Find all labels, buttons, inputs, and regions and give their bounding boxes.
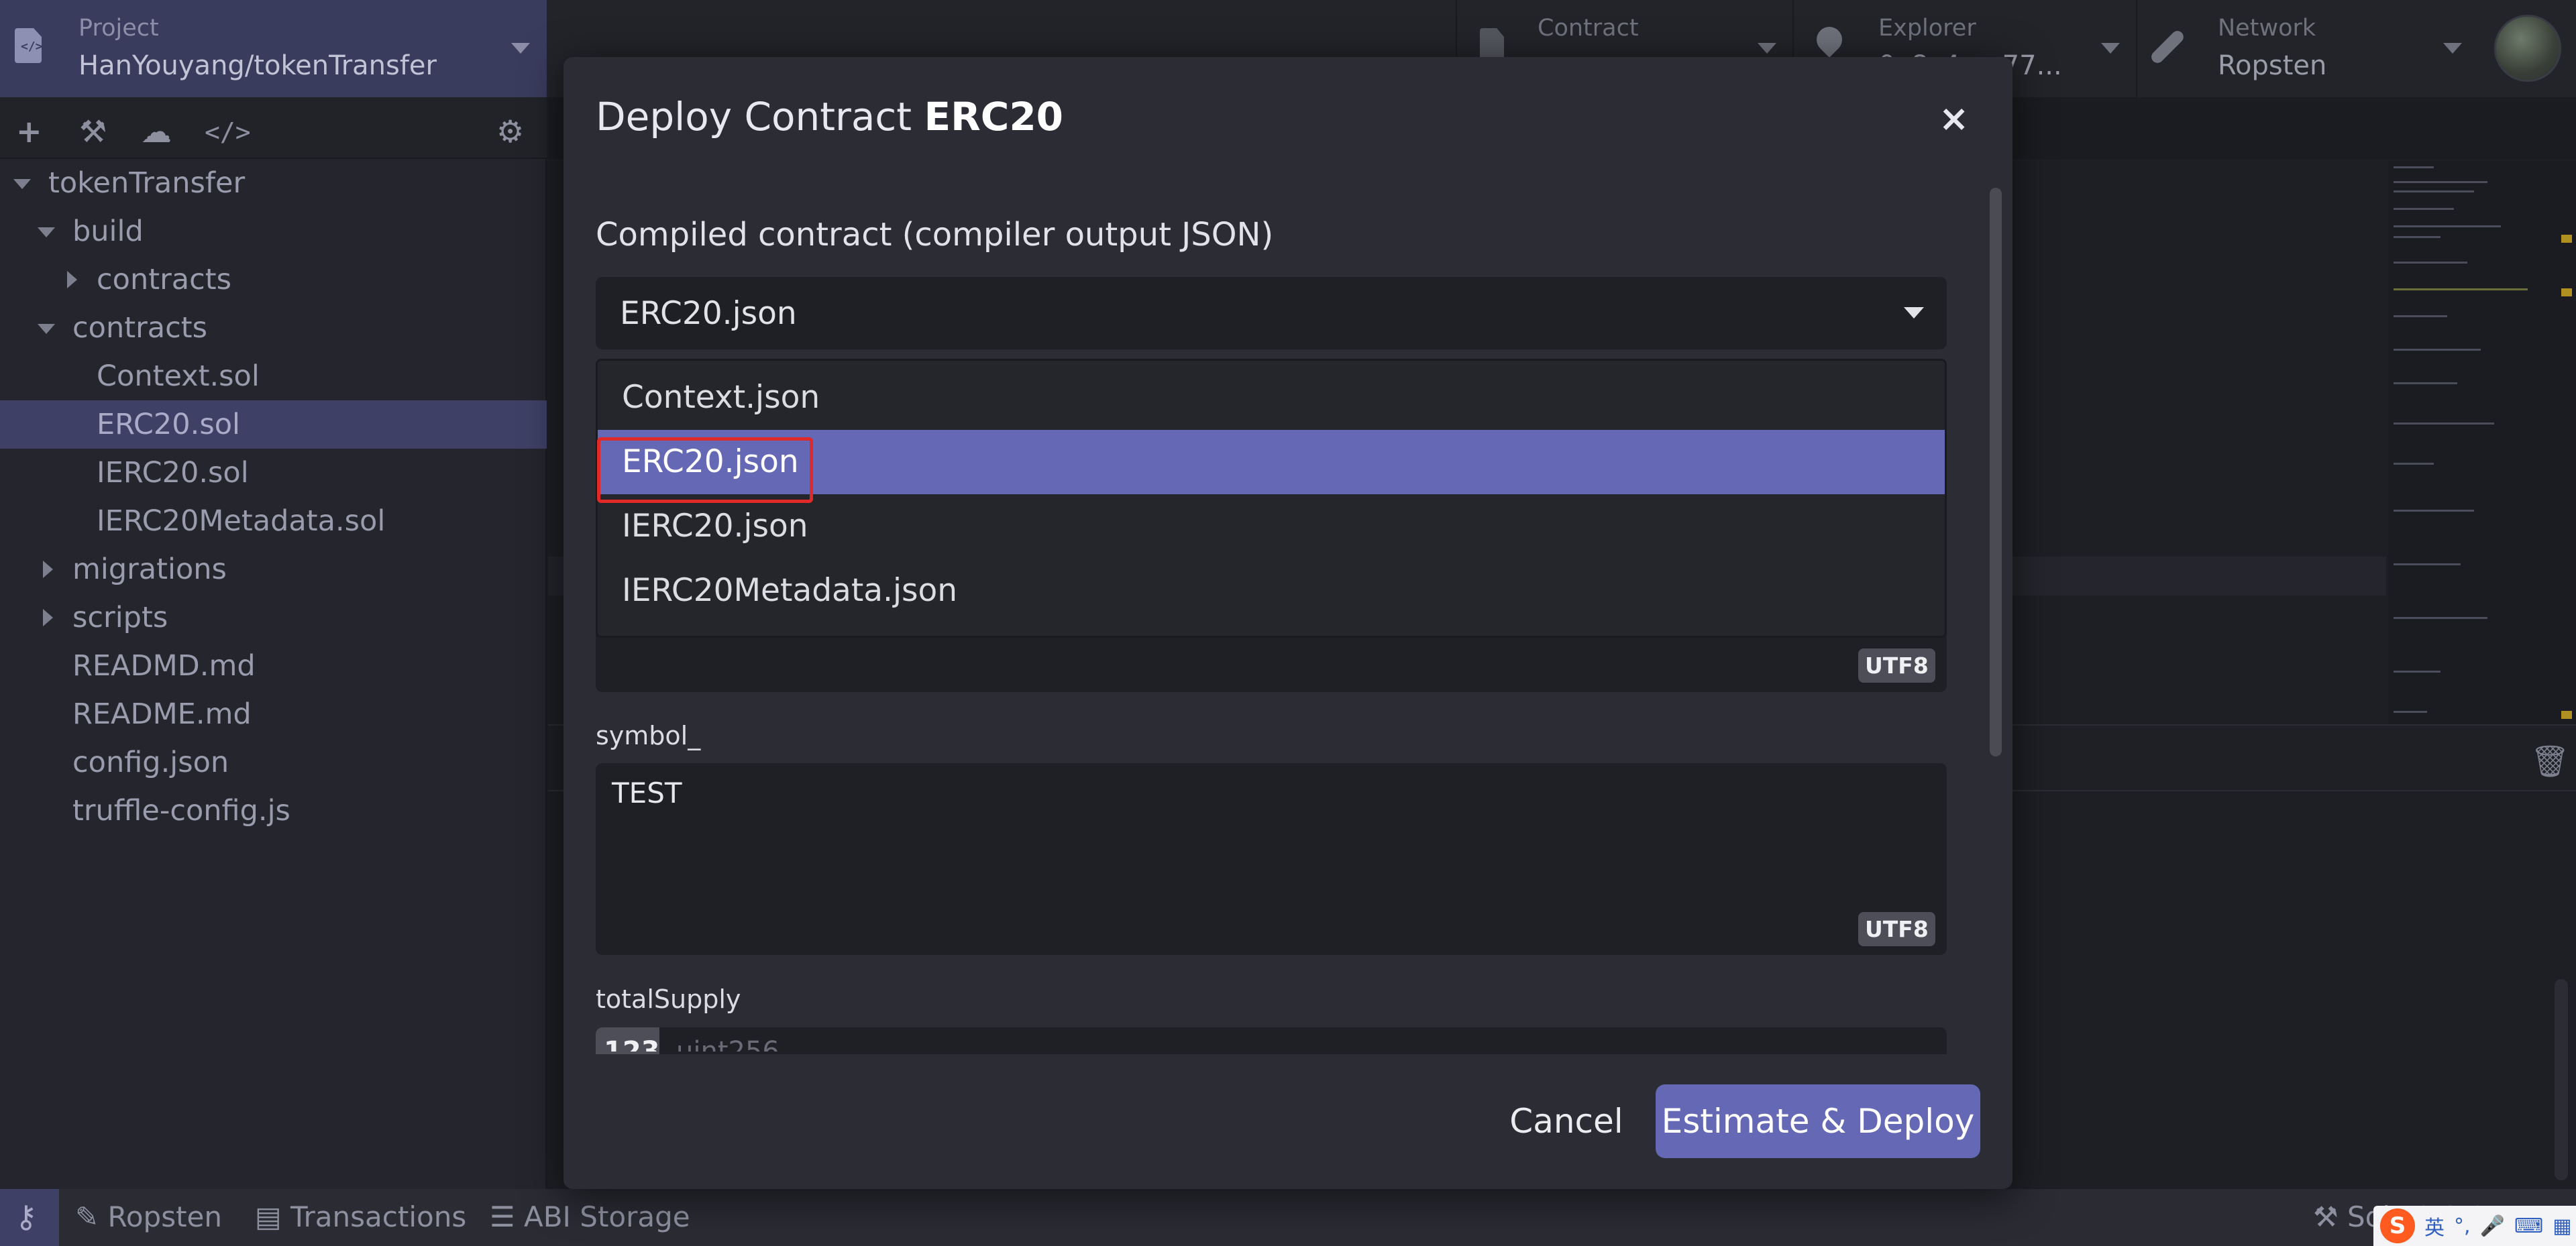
dropdown-option[interactable]: Context.json: [598, 365, 1945, 430]
contract-label: Contract: [1538, 15, 1639, 42]
chevron-down-icon: [38, 227, 55, 237]
chevron-right-icon: [67, 271, 77, 288]
status-transactions[interactable]: ▤ Transactions: [255, 1200, 466, 1233]
tree-item-readmd-md[interactable]: READMD.md: [0, 642, 547, 690]
project-name: HanYouyang/tokenTransfer: [78, 50, 437, 81]
tree-item-label: migrations: [72, 553, 227, 586]
trash-icon[interactable]: 🗑: [2530, 743, 2569, 780]
dialog-scrollbar[interactable]: [1990, 188, 2002, 756]
status-transactions-label: Transactions: [290, 1200, 467, 1233]
grid-icon: ▦: [2553, 1214, 2572, 1238]
encoding-badge[interactable]: UTF8: [1858, 648, 1935, 683]
plug-icon: ✎: [75, 1200, 108, 1233]
punctuation-icon: °,: [2454, 1214, 2471, 1238]
chevron-down-icon[interactable]: [1904, 307, 1924, 319]
network-value: Ropsten: [2218, 50, 2327, 81]
receipt-icon: ▤: [255, 1200, 291, 1233]
tree-item-config-json[interactable]: config.json: [0, 738, 547, 787]
symbol-textarea[interactable]: [596, 763, 1947, 955]
docker-icon[interactable]: ☁: [141, 113, 172, 150]
dropdown-option[interactable]: IERC20.json: [598, 494, 1945, 559]
status-abi-label: ABI Storage: [524, 1200, 690, 1233]
tree-item-label: tokenTransfer: [48, 166, 246, 200]
key-icon[interactable]: ⚷: [0, 1189, 59, 1246]
hammer-icon[interactable]: ⚒: [79, 113, 107, 150]
location-pin-icon: [1811, 21, 1847, 58]
tree-item-readme-md[interactable]: README.md: [0, 690, 547, 738]
tree-item-label: contracts: [72, 311, 207, 345]
annotation-highlight-box: [597, 437, 813, 503]
tree-item-label: build: [72, 215, 144, 248]
tree-item-migrations[interactable]: migrations: [0, 545, 547, 593]
tree-item-label: config.json: [72, 746, 229, 779]
estimate-deploy-button[interactable]: Estimate & Deploy: [1656, 1084, 1980, 1158]
symbol-label: symbol_: [596, 721, 701, 750]
tree-item-label: scripts: [72, 601, 168, 634]
tree-item-build[interactable]: build: [0, 207, 547, 256]
dialog-title-contract: ERC20: [924, 94, 1064, 139]
tree-item-label: truffle-config.js: [72, 794, 290, 828]
status-network[interactable]: ✎ Ropsten: [75, 1200, 222, 1233]
list-icon: ☰: [490, 1200, 525, 1233]
avatar[interactable]: [2494, 15, 2561, 82]
chevron-right-icon: [43, 609, 53, 626]
tree-item-label: ERC20.sol: [97, 408, 240, 441]
tree-item-truffle-config-js[interactable]: truffle-config.js: [0, 787, 547, 835]
ime-toolbar[interactable]: S 英 °, 🎤 ⌨ ▦: [2373, 1206, 2576, 1246]
status-abi-storage[interactable]: ☰ ABI Storage: [490, 1200, 690, 1233]
tree-item-build-contracts[interactable]: contracts: [0, 256, 547, 304]
tree-item-ierc20-sol[interactable]: IERC20.sol: [0, 449, 547, 497]
total-supply-label: totalSupply: [596, 984, 741, 1014]
close-icon[interactable]: ×: [1939, 97, 1969, 139]
ime-logo: S: [2380, 1208, 2415, 1243]
project-label: Project: [78, 15, 159, 42]
tree-item-label: IERC20Metadata.sol: [97, 504, 386, 538]
symbol-value: TEST: [612, 777, 682, 809]
chevron-down-icon[interactable]: [1758, 43, 1776, 54]
gear-icon[interactable]: ⚙: [496, 113, 524, 150]
panel-scrollbar[interactable]: [2555, 979, 2568, 1180]
chevron-down-icon: [13, 179, 31, 189]
microphone-icon: 🎤: [2479, 1214, 2505, 1238]
dialog-title-prefix: Deploy Contract: [596, 94, 912, 139]
project-selector[interactable]: </> Project HanYouyang/tokenTransfer: [0, 0, 547, 97]
code-icon[interactable]: </>: [205, 117, 251, 147]
tree-item-context-sol[interactable]: Context.sol: [0, 352, 547, 400]
tree-item-label: READMD.md: [72, 649, 256, 683]
network-selector[interactable]: Network Ropsten: [2136, 0, 2478, 97]
project-file-icon: </>: [15, 28, 42, 63]
keyboard-icon: ⌨: [2514, 1214, 2544, 1238]
network-label: Network: [2218, 15, 2316, 42]
total-supply-input[interactable]: [596, 1027, 1947, 1054]
dialog-title: Deploy Contract ERC20: [596, 94, 1063, 139]
plus-icon[interactable]: +: [16, 113, 42, 150]
tree-item-erc20-sol[interactable]: ERC20.sol: [0, 400, 547, 449]
sidebar-toolbar: + ⚒ ☁ </> ⚙: [0, 97, 547, 159]
encoding-badge[interactable]: UTF8: [1858, 912, 1935, 946]
tree-item-ierc20metadata-sol[interactable]: IERC20Metadata.sol: [0, 497, 547, 545]
tree-item-label: contracts: [97, 263, 231, 296]
chevron-down-icon: [38, 324, 55, 334]
tree-item-contracts[interactable]: contracts: [0, 304, 547, 352]
explorer-label: Explorer: [1878, 15, 1976, 42]
network-plug-icon: [2149, 28, 2186, 66]
chevron-down-icon[interactable]: [2101, 43, 2120, 54]
tree-item-tokenTransfer[interactable]: tokenTransfer: [0, 159, 547, 207]
tree-item-scripts[interactable]: scripts: [0, 593, 547, 642]
compiled-contract-value: ERC20.json: [620, 295, 797, 332]
status-network-label: Ropsten: [107, 1200, 223, 1233]
minimap[interactable]: [2388, 161, 2576, 724]
hammer-icon: ⚒: [2313, 1200, 2348, 1233]
tree-item-label: README.md: [72, 697, 252, 731]
ime-lang: 英: [2424, 1216, 2445, 1240]
dropdown-option[interactable]: IERC20Metadata.json: [598, 559, 1945, 623]
compiled-contract-select[interactable]: [596, 277, 1947, 349]
tree-item-label: Context.sol: [97, 359, 260, 393]
chevron-down-icon[interactable]: [511, 43, 530, 54]
chevron-right-icon: [43, 561, 53, 578]
chevron-down-icon[interactable]: [2443, 43, 2462, 54]
compiled-contract-label: Compiled contract (compiler output JSON): [596, 216, 1274, 253]
tree-item-label: IERC20.sol: [97, 456, 249, 490]
cancel-button[interactable]: Cancel: [1503, 1084, 1630, 1158]
